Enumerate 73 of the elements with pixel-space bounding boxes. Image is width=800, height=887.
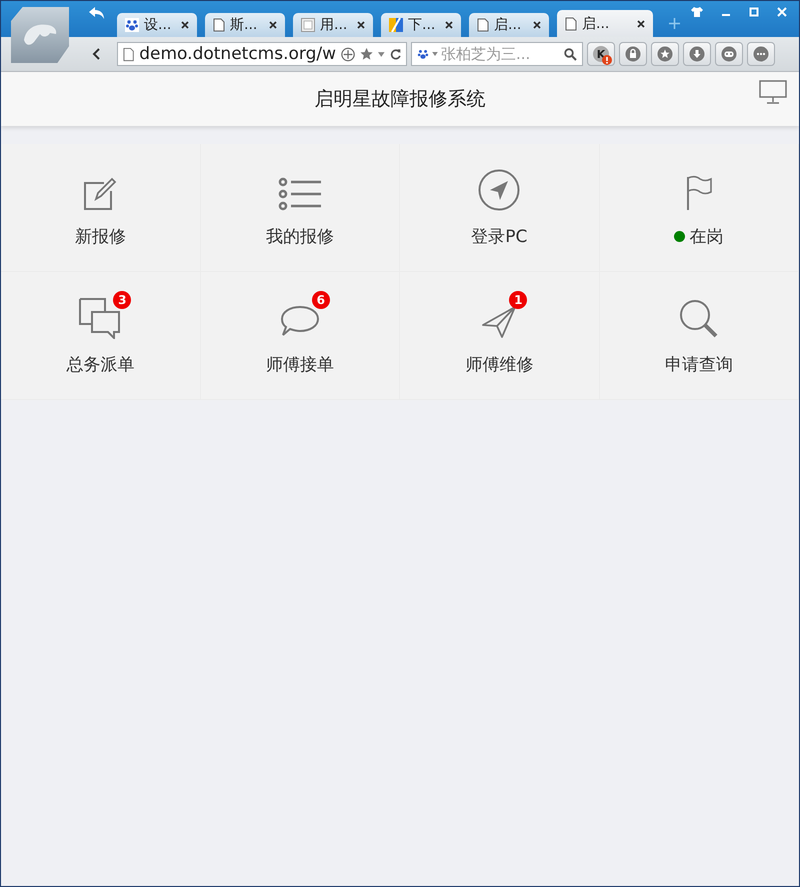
tile-label: 在岗: [689, 226, 724, 248]
close-icon[interactable]: [181, 21, 189, 29]
download-icon: [689, 46, 705, 62]
close-icon[interactable]: [637, 20, 645, 28]
paw-icon: [417, 48, 429, 60]
paper-plane-icon: [481, 305, 518, 339]
lock-button[interactable]: [619, 42, 647, 66]
browser-tab[interactable]: 设...: [117, 13, 197, 37]
tile-label: 师傅维修: [465, 354, 534, 376]
page-icon: [565, 16, 577, 30]
tab-title: 下...: [408, 16, 436, 34]
tile-label: 登录PC: [471, 226, 528, 248]
tile-label: 申请查询: [664, 354, 733, 376]
close-icon[interactable]: [445, 21, 453, 29]
paw-icon: [125, 18, 139, 32]
count-badge: 1: [509, 291, 528, 309]
maximize-icon[interactable]: [749, 7, 759, 17]
favorites-button[interactable]: [651, 42, 679, 66]
browser-tab[interactable]: 斯...: [205, 13, 285, 37]
close-icon[interactable]: [357, 21, 365, 29]
address-field[interactable]: demo.dotnetcms.org/w: [117, 42, 407, 66]
download-button[interactable]: [683, 42, 711, 66]
tile-logo-icon: [389, 18, 403, 32]
navigation-icon: [478, 169, 520, 211]
close-icon[interactable]: [533, 21, 541, 29]
refresh-icon[interactable]: [390, 48, 402, 60]
tab-title: 设...: [144, 16, 172, 34]
new-tab-icon[interactable]: [669, 18, 680, 29]
search-box[interactable]: 张柏芝为三...: [411, 42, 583, 66]
undo-icon[interactable]: [89, 7, 105, 19]
page-icon: [123, 46, 134, 62]
menu-tile[interactable]: 新报修: [1, 144, 200, 272]
browser-tab[interactable]: 启...: [557, 10, 653, 37]
shirt-icon[interactable]: [691, 7, 703, 17]
star-icon[interactable]: [360, 47, 374, 61]
menu-tile[interactable]: 在岗: [600, 144, 799, 272]
menu-tile[interactable]: 6 师傅接单: [200, 272, 400, 400]
lock-icon: [625, 46, 641, 62]
count-badge: 3: [113, 291, 132, 309]
menu-tile[interactable]: 1 师傅维修: [400, 272, 600, 400]
menu-tile[interactable]: 登录PC: [400, 144, 600, 272]
tile-label: 新报修: [74, 226, 126, 248]
browser-tab[interactable]: 下...: [381, 13, 461, 37]
tab-title: 启...: [494, 16, 522, 34]
more-button[interactable]: [747, 42, 775, 66]
close-icon[interactable]: [269, 21, 277, 29]
menu-tile[interactable]: 3 总务派单: [1, 272, 200, 400]
count-badge: 6: [312, 291, 330, 309]
tile-label: 我的报修: [266, 226, 334, 248]
monitor-icon[interactable]: [759, 80, 787, 104]
edit-icon: [82, 175, 118, 211]
tab-title: 启...: [582, 14, 610, 32]
tile-label: 师傅接单: [266, 354, 334, 376]
menu-tile[interactable]: 我的报修: [200, 144, 400, 272]
more-icon: [753, 46, 769, 62]
gamepad-button[interactable]: [715, 42, 743, 66]
page-title: 启明星故障报修系统: [314, 87, 486, 112]
search-icon: [678, 299, 719, 339]
back-icon[interactable]: [91, 48, 101, 60]
tab-title: 斯...: [230, 16, 258, 34]
document-icon: [301, 18, 315, 32]
browser-tab[interactable]: 用...: [293, 13, 373, 37]
caret-icon[interactable]: [378, 52, 385, 56]
page-icon: [213, 18, 225, 32]
flag-icon: [684, 175, 713, 211]
menu-tile[interactable]: 申请查询: [600, 272, 799, 400]
list-icon: [278, 177, 322, 211]
search-icon[interactable]: [564, 48, 577, 60]
browser-tab[interactable]: 启...: [469, 13, 549, 37]
tile-label: 总务派单: [66, 354, 134, 376]
caret-icon[interactable]: [432, 52, 438, 56]
page-icon: [477, 18, 489, 32]
tab-title: 用...: [320, 16, 348, 34]
